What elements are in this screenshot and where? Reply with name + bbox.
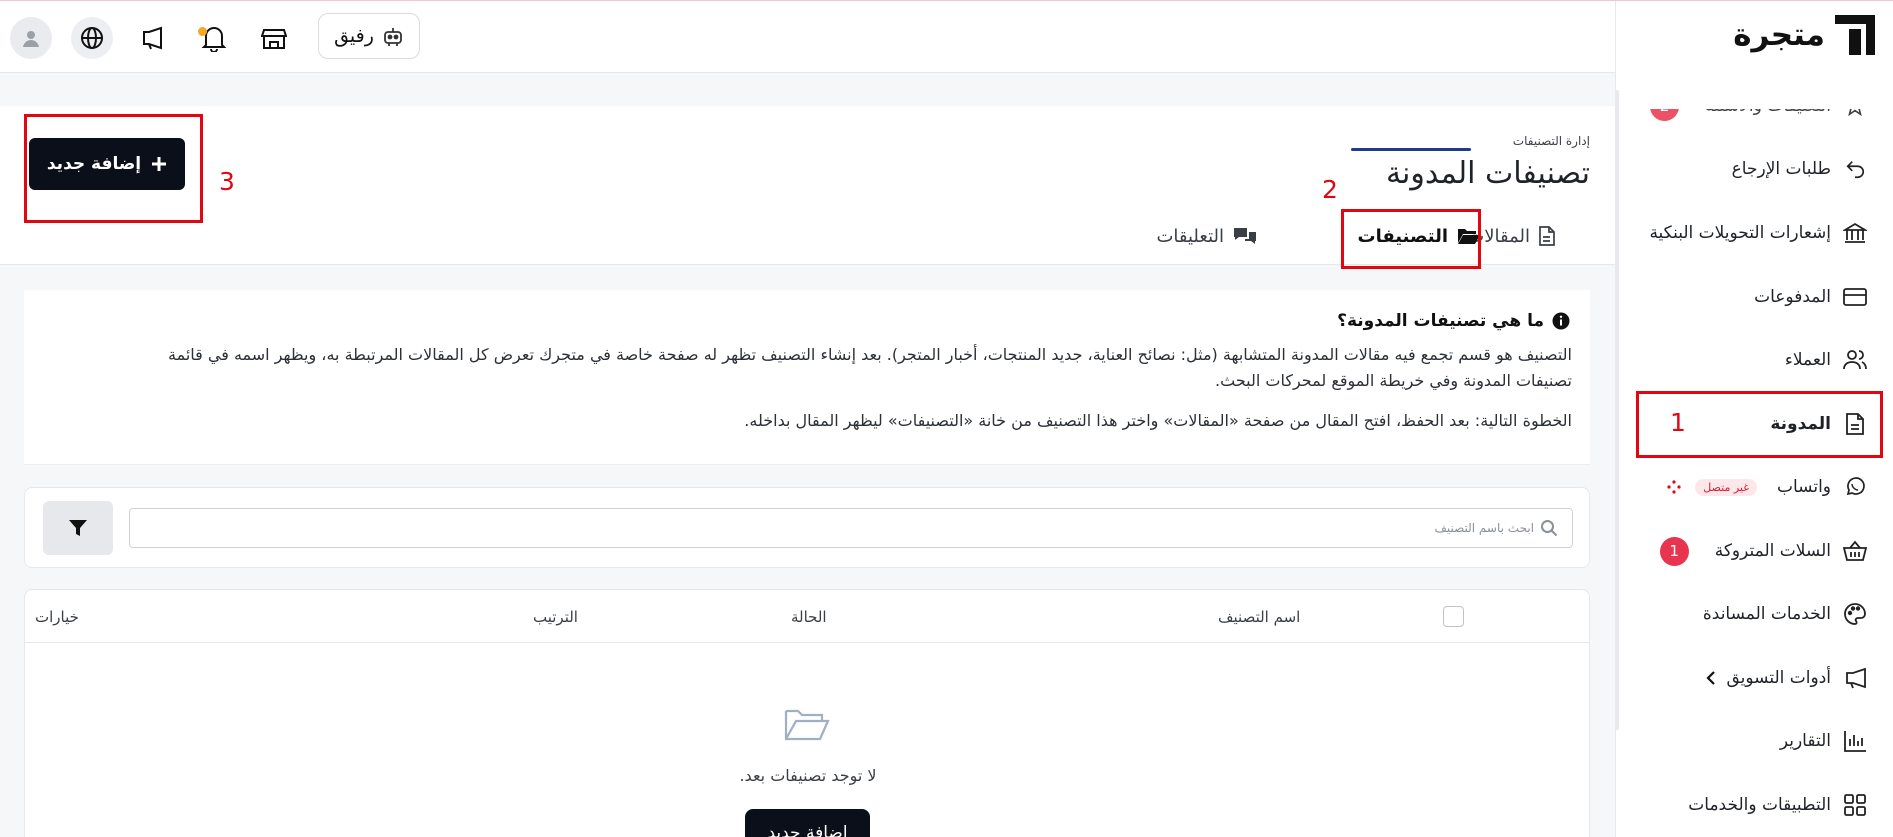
- column-order[interactable]: الترتيب: [533, 608, 578, 626]
- sidebar-item-payments[interactable]: المدفوعات: [1754, 272, 1869, 322]
- sidebar-item-label: إشعارات التحويلات البنكية: [1649, 223, 1831, 243]
- globe-icon: [81, 27, 103, 49]
- store-button[interactable]: [253, 17, 295, 59]
- sidebar-item-label: التعليقات والأسئلة: [1705, 96, 1831, 116]
- sidebar-item-whatsapp[interactable]: واتساب غير متصل: [1667, 462, 1869, 512]
- notification-dot: [198, 27, 207, 36]
- info-next-step: الخطوة التالية: بعد الحفظ، افتح المقال م…: [744, 411, 1572, 430]
- search-icon: [1541, 520, 1558, 537]
- grid-icon: [1844, 794, 1866, 816]
- announcements-button[interactable]: [133, 17, 175, 59]
- notifications-button[interactable]: [193, 17, 235, 59]
- connection-status-badge: غير متصل: [1695, 478, 1757, 496]
- sidebar-item-label: طلبات الإرجاع: [1731, 159, 1831, 179]
- count-badge: 1: [1659, 536, 1689, 566]
- annotation-number-1: 1: [1670, 408, 1686, 437]
- filter-bar: ابحث باسم التصنيف: [24, 487, 1590, 568]
- megaphone-icon: [143, 26, 162, 50]
- tab-comments[interactable]: التعليقات: [1156, 218, 1257, 254]
- disconnected-icon: [1667, 480, 1681, 494]
- brand-logo[interactable]: متجرة: [1733, 15, 1875, 55]
- robot-icon: [384, 28, 402, 46]
- sidebar-item-label: الخدمات المساندة: [1702, 604, 1831, 624]
- star-icon: [1848, 109, 1862, 117]
- info-panel: ما هي تصنيفات المدونة؟ التصنيف هو قسم تج…: [24, 290, 1590, 465]
- credit-card-icon: [1843, 288, 1867, 306]
- empty-state-text: لا توجد تصنيفات بعد.: [739, 766, 877, 785]
- sidebar-item-customers[interactable]: العملاء: [1785, 335, 1869, 385]
- document-icon: [1539, 226, 1555, 246]
- column-status[interactable]: الحالة: [791, 608, 827, 626]
- megaphone-icon: [1846, 667, 1866, 689]
- info-paragraph-1: التصنيف هو قسم تجمع فيه مقالات المدونة ا…: [167, 345, 1572, 364]
- search-input[interactable]: ابحث باسم التصنيف: [129, 508, 1573, 548]
- scrollbar[interactable]: [1615, 90, 1619, 730]
- sidebar-item-support-services[interactable]: الخدمات المساندة: [1703, 589, 1869, 639]
- categories-table: اسم التصنيف الحالة الترتيب خيارات لا توج…: [24, 589, 1590, 837]
- table-header: اسم التصنيف الحالة الترتيب خيارات: [25, 590, 1589, 643]
- sidebar-item-reviews[interactable]: التعليقات والأسئلة 2: [1650, 96, 1869, 131]
- sidebar-item-abandoned-carts[interactable]: السلات المتروكة 1: [1659, 526, 1869, 576]
- top-bar: رفيق: [0, 1, 1615, 73]
- sidebar-item-marketing-tools[interactable]: أدوات التسويق: [1706, 653, 1869, 703]
- column-options: خيارات: [35, 608, 79, 626]
- sidebar-item-label: التقارير: [1779, 731, 1831, 751]
- palette-icon: [1844, 603, 1866, 625]
- rafiq-label: رفيق: [334, 25, 374, 47]
- bank-icon: [1843, 222, 1867, 243]
- sidebar-item-reports[interactable]: التقارير: [1780, 716, 1869, 766]
- empty-add-label: إضافة جديد: [767, 823, 848, 837]
- chevron-left-icon: [1706, 671, 1716, 685]
- sidebar-item-label: أدوات التسويق: [1726, 668, 1831, 688]
- whatsapp-icon: [1846, 477, 1865, 496]
- empty-add-button[interactable]: إضافة جديد: [745, 809, 870, 837]
- bar-chart-icon: [1844, 731, 1866, 752]
- filter-icon: [69, 520, 87, 536]
- annotation-box-3: [24, 114, 203, 223]
- sidebar-item-label: العملاء: [1784, 350, 1831, 370]
- sidebar-item-label: السلات المتروكة: [1714, 541, 1831, 561]
- info-icon: [1552, 312, 1570, 330]
- info-title: ما هي تصنيفات المدونة؟: [1337, 311, 1570, 331]
- breadcrumb[interactable]: إدارة التصنيفات: [1513, 134, 1590, 148]
- column-name[interactable]: اسم التصنيف: [1218, 608, 1300, 626]
- rafiq-assistant-button[interactable]: رفيق: [318, 13, 420, 59]
- annotation-number-2: 2: [1322, 175, 1338, 204]
- filter-button[interactable]: [43, 501, 113, 555]
- annotation-box-2: [1341, 209, 1481, 269]
- sidebar-item-bank-transfers[interactable]: إشعارات التحويلات البنكية: [1649, 208, 1869, 258]
- sidebar-item-returns[interactable]: طلبات الإرجاع: [1732, 144, 1869, 194]
- user-icon: [23, 31, 39, 47]
- info-paragraph-2: تصنيفات المدونة وفي خريطة الموقع لمحركات…: [1215, 371, 1572, 390]
- empty-folder-icon: [784, 709, 830, 741]
- info-title-text: ما هي تصنيفات المدونة؟: [1337, 311, 1544, 331]
- store-icon: [261, 29, 287, 49]
- sidebar-item-label: التطبيقات والخدمات: [1688, 795, 1831, 815]
- comments-icon: [1234, 228, 1256, 244]
- count-badge: 2: [1650, 109, 1680, 121]
- basket-icon: [1843, 540, 1867, 561]
- select-all-checkbox[interactable]: [1443, 606, 1464, 627]
- undo-arrow-icon: [1846, 161, 1864, 179]
- sidebar-item-apps[interactable]: التطبيقات والخدمات: [1688, 780, 1869, 830]
- users-icon: [1843, 350, 1867, 370]
- sidebar-item-label: المدفوعات: [1754, 287, 1831, 307]
- search-placeholder: ابحث باسم التصنيف: [1434, 521, 1534, 535]
- annotation-number-3: 3: [219, 167, 235, 196]
- sidebar-item-label: واتساب: [1776, 477, 1831, 497]
- page-title: تصنيفات المدونة: [1385, 156, 1590, 191]
- logo-mark-icon: [1835, 15, 1875, 55]
- user-avatar[interactable]: [10, 17, 52, 59]
- tab-label: التعليقات: [1156, 225, 1224, 247]
- language-button[interactable]: [71, 17, 113, 59]
- active-tab-indicator: [1351, 148, 1471, 151]
- logo-text: متجرة: [1733, 17, 1825, 53]
